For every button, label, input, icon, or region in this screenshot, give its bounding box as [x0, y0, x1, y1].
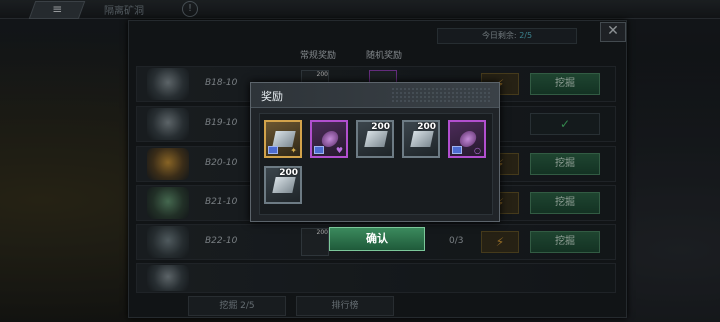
modal-title: 奖励 [261, 90, 283, 103]
ring-core-icon[interactable]: ○ [448, 120, 486, 158]
ore-crystal-icon[interactable]: 200 [402, 120, 440, 158]
heart-core-icon[interactable]: ♥ [310, 120, 348, 158]
ore-crystal-icon[interactable]: 200 [356, 120, 394, 158]
header-pattern [391, 87, 491, 103]
ore-crystal-icon[interactable]: 200 [264, 166, 302, 204]
rewards-modal: 奖励 ✦ ♥ 200 200 ○ 200 [250, 82, 500, 222]
reward-grid: ✦ ♥ 200 200 ○ 200 [259, 113, 493, 215]
modal-header: 奖励 [251, 83, 499, 108]
confirm-button[interactable]: 确认 [329, 227, 425, 251]
equipment-chip-icon[interactable]: ✦ [264, 120, 302, 158]
